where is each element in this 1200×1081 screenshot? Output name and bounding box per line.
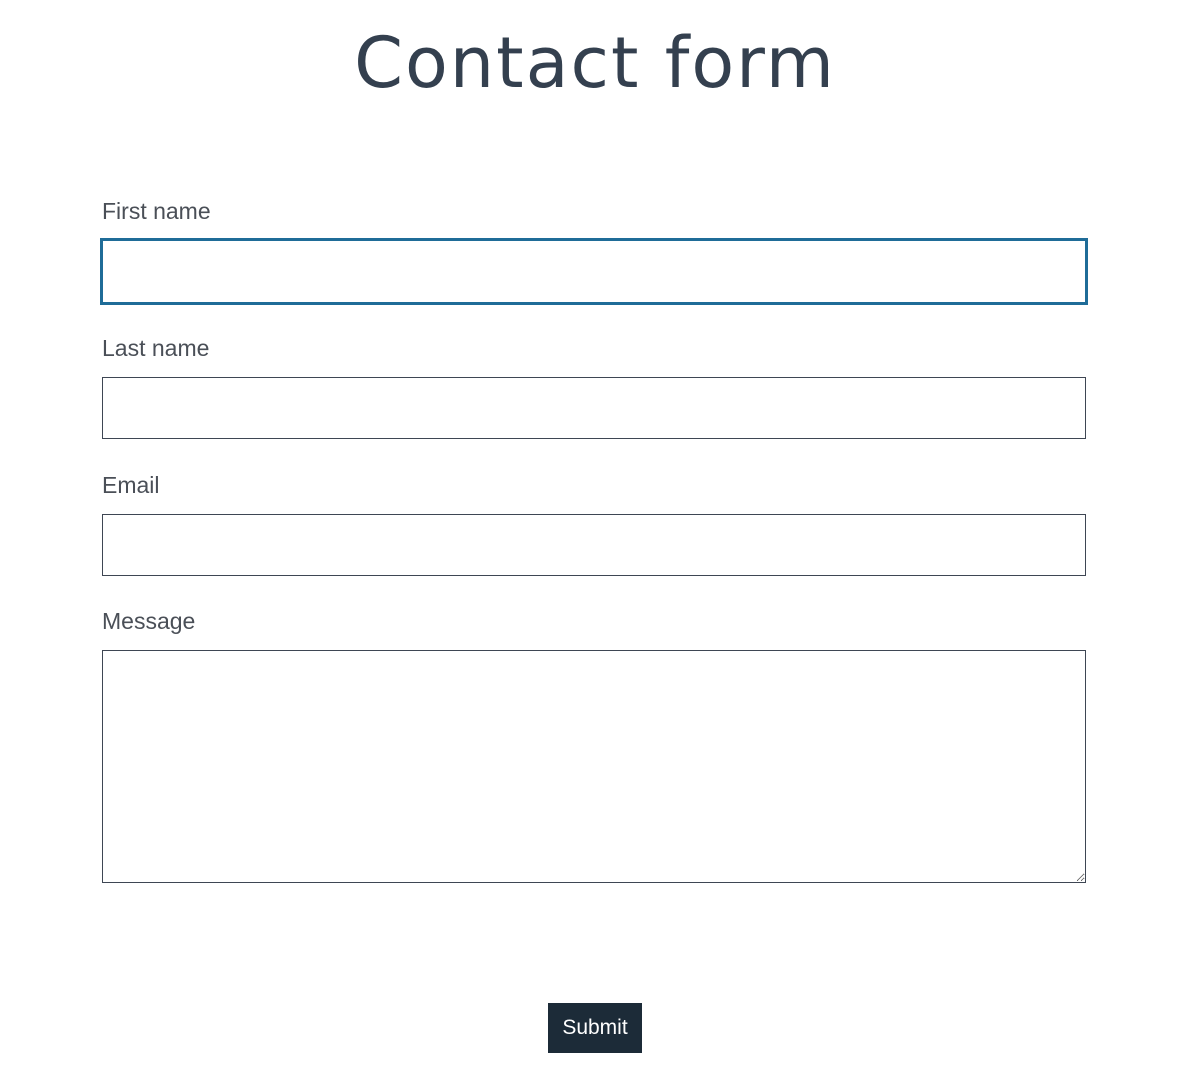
message-label: Message — [102, 608, 196, 634]
first-name-label: First name — [102, 198, 211, 224]
last-name-input[interactable] — [102, 377, 1086, 439]
email-input[interactable] — [102, 514, 1086, 576]
message-textarea[interactable] — [102, 650, 1086, 883]
page-title: Contact form — [354, 22, 836, 104]
first-name-input[interactable] — [100, 238, 1088, 305]
last-name-label: Last name — [102, 335, 210, 361]
email-label: Email — [102, 472, 160, 498]
submit-button[interactable]: Submit — [548, 1003, 642, 1053]
